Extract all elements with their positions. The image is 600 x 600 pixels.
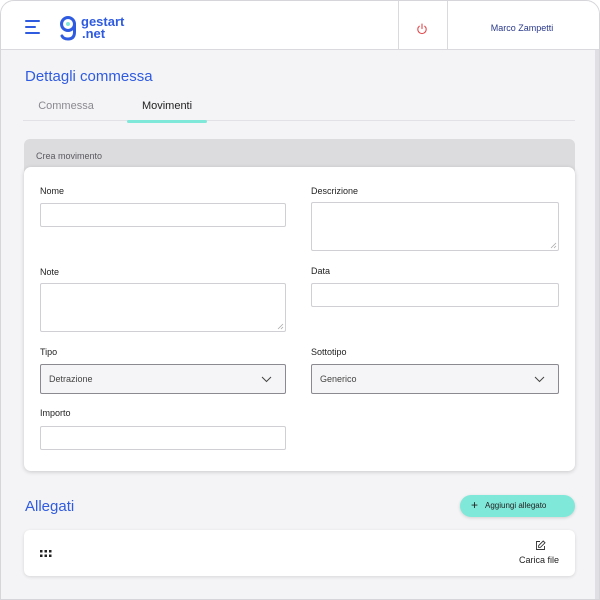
upload-file-label: Carica file (518, 555, 559, 565)
chevron-down-icon (261, 376, 272, 383)
tab-commessa[interactable]: Commessa (27, 100, 105, 121)
importo-label: Importo (40, 408, 71, 418)
plus-icon: + (471, 498, 479, 512)
hamburger-icon[interactable] (25, 20, 41, 34)
note-label: Note (40, 267, 60, 277)
tab-movimenti[interactable]: Movimenti (127, 100, 207, 123)
nome-label: Nome (40, 186, 65, 196)
tipo-label: Tipo (40, 347, 58, 357)
app-window: gestart .net Marco Zampetti Dettagli com… (0, 0, 600, 600)
tipo-value: Detrazione (49, 374, 93, 384)
tab-bar: Commessa Movimenti (23, 97, 575, 123)
header-divider (398, 1, 399, 49)
create-movement-form: Nome Descrizione Note Data Tipo Detrazio… (24, 167, 575, 471)
add-attachment-button[interactable]: + Aggiungi allegato (460, 495, 575, 517)
logo-text-suffix: .net (82, 26, 106, 41)
sottotipo-value: Generico (320, 374, 357, 384)
page-title: Dettagli commessa (25, 68, 153, 85)
data-input[interactable] (311, 283, 559, 307)
scrollbar[interactable] (595, 49, 599, 599)
note-textarea[interactable] (40, 283, 286, 332)
nome-input[interactable] (40, 203, 286, 227)
importo-input[interactable] (40, 426, 286, 450)
resize-handle-icon[interactable] (550, 242, 557, 249)
edit-icon (536, 540, 546, 550)
descrizione-textarea[interactable] (311, 202, 559, 251)
sottotipo-select[interactable]: Generico (311, 364, 559, 394)
chevron-down-icon (534, 376, 545, 383)
descrizione-label: Descrizione (311, 186, 359, 196)
tipo-select[interactable]: Detrazione (40, 364, 286, 394)
add-attachment-label: Aggiungi allegato (485, 501, 547, 510)
resize-handle-icon[interactable] (277, 323, 284, 330)
attachments-panel: Carica file (24, 530, 575, 576)
logo-mark-icon (60, 16, 76, 41)
form-section-title: Crea movimento (36, 151, 103, 161)
grid-icon[interactable] (40, 550, 52, 557)
allegati-title: Allegati (25, 498, 75, 515)
upload-file-button[interactable]: Carica file (514, 540, 564, 568)
power-icon[interactable] (416, 22, 428, 40)
user-name[interactable]: Marco Zampetti (447, 23, 597, 33)
top-bar: gestart .net Marco Zampetti (1, 1, 599, 50)
data-label: Data (311, 266, 331, 276)
sottotipo-label: Sottotipo (311, 347, 347, 357)
